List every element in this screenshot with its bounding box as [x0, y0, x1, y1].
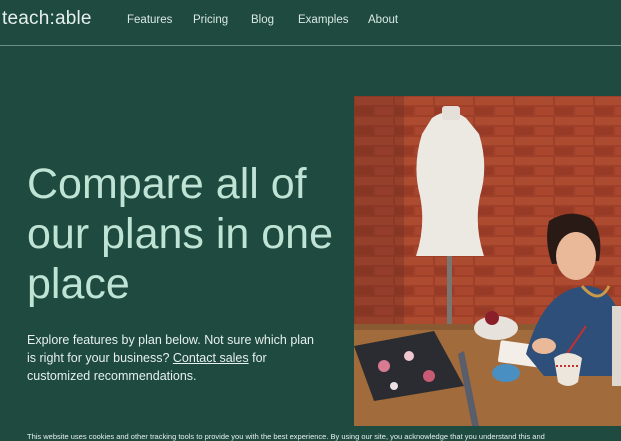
nav-link-features[interactable]: Features — [127, 14, 172, 26]
nav-link-pricing[interactable]: Pricing — [193, 14, 228, 26]
cookie-banner-text: This website uses cookies and other trac… — [27, 432, 545, 441]
top-navigation: teach:able Features Pricing Blog Example… — [0, 0, 621, 46]
nav-link-blog[interactable]: Blog — [251, 14, 274, 26]
hero-subtitle: Explore features by plan below. Not sure… — [27, 331, 317, 385]
page-title: Compare all of our plans in one place — [27, 160, 333, 308]
nav-link-about[interactable]: About — [368, 14, 398, 26]
hero-photo — [354, 96, 621, 426]
nav-link-examples[interactable]: Examples — [298, 14, 349, 26]
teachable-logo[interactable]: teach:able — [2, 8, 92, 30]
woman-sewing-illustration — [354, 96, 621, 426]
hero-subtitle-text: Explore features by plan below. Not sure… — [27, 333, 314, 365]
contact-sales-link[interactable]: Contact sales — [173, 351, 249, 365]
